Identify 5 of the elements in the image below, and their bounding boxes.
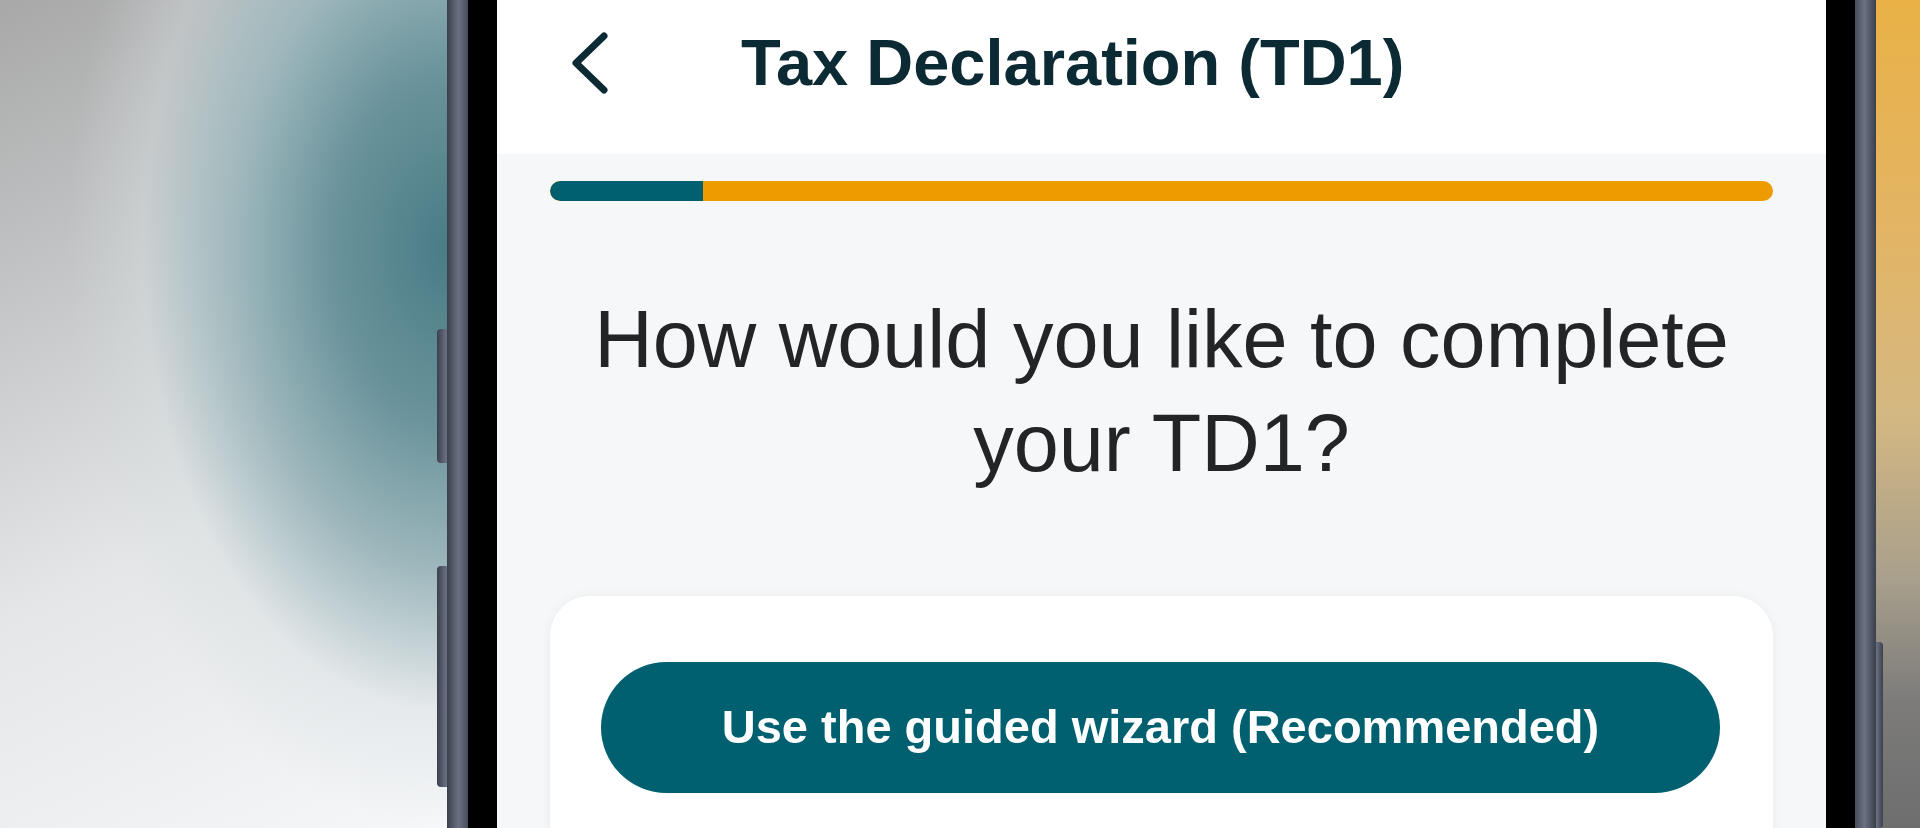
chevron-left-icon [572,32,608,94]
wizard-button[interactable]: Use the guided wizard (Recommended) [601,662,1720,793]
back-button[interactable] [572,32,608,94]
question-text: How would you like to complete your TD1? [593,293,1730,490]
screen-title: Tax Declaration (TD1) [741,25,1405,101]
